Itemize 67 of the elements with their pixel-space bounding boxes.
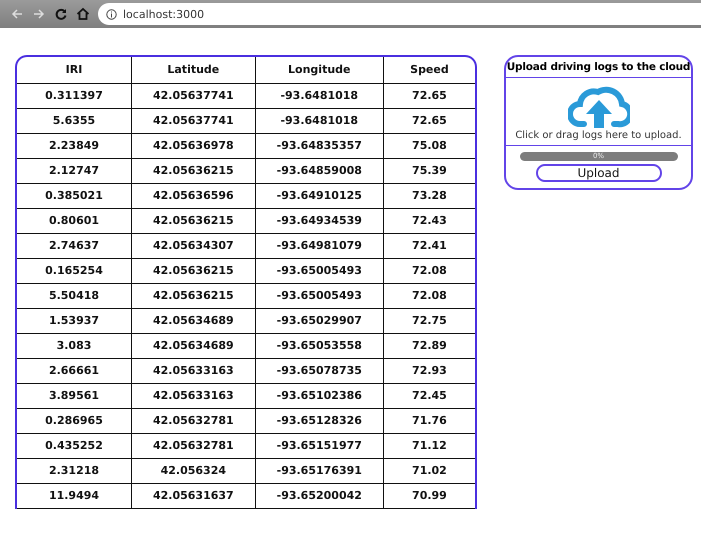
table-cell: 42.05633163 [132,383,256,408]
back-icon[interactable] [10,7,24,21]
column-header: Speed [383,57,475,83]
table-cell: -93.65053558 [255,333,384,358]
table-cell: 11.9494 [17,483,132,508]
upload-button[interactable]: Upload [536,164,662,182]
table-cell: 2.31218 [17,458,132,483]
forward-icon[interactable] [32,7,46,21]
table-cell: 0.80601 [17,208,132,233]
table-cell: -93.65029907 [255,308,384,333]
table-cell: -93.64910125 [255,183,384,208]
table-cell: -93.65102386 [255,383,384,408]
table-cell: 0.385021 [17,183,132,208]
reload-icon[interactable] [54,7,68,21]
table-cell: 2.23849 [17,133,132,158]
table-cell: -93.65128326 [255,408,384,433]
table-cell: 42.05636215 [132,283,256,308]
table-cell: 5.50418 [17,283,132,308]
column-header: IRI [17,57,132,83]
column-header: Longitude [255,57,384,83]
table-cell: 0.165254 [17,258,132,283]
table-cell: 42.056324 [132,458,256,483]
table-cell: 42.05636978 [132,133,256,158]
table-cell: 3.083 [17,333,132,358]
table-cell: 3.89561 [17,383,132,408]
table-cell: 1.53937 [17,308,132,333]
table-cell: 42.05634307 [132,233,256,258]
url-text: localhost:3000 [123,8,204,20]
table-cell: 42.05636215 [132,258,256,283]
address-bar[interactable]: localhost:3000 [98,3,701,25]
table-cell: 42.05631637 [132,483,256,508]
table-cell: -93.64835357 [255,133,384,158]
table-cell: -93.65005493 [255,283,384,308]
table-cell: 42.05633163 [132,358,256,383]
table-cell: 2.12747 [17,158,132,183]
table-cell: 0.311397 [17,83,132,108]
table-cell: -93.65078735 [255,358,384,383]
table-cell: -93.65151977 [255,433,384,458]
table-cell: 42.05637741 [132,83,256,108]
table-cell: 42.05634689 [132,333,256,358]
cloud-upload-icon [568,84,630,128]
table-cell: -93.65200042 [255,483,384,508]
table-cell: -93.65176391 [255,458,384,483]
table-cell: -93.6481018 [255,83,384,108]
panel-title: Upload driving logs to the cloud [506,57,691,78]
table-cell: -93.6481018 [255,108,384,133]
table-cell: 42.05634689 [132,308,256,333]
column-header: Latitude [132,57,256,83]
home-icon[interactable] [76,7,90,21]
table-cell: 42.05636596 [132,183,256,208]
table-cell: 0.435252 [17,433,132,458]
drop-hint: Click or drag logs here to upload. [515,130,682,141]
drop-zone[interactable]: Click or drag logs here to upload. [506,78,691,146]
table-cell: 42.05632781 [132,408,256,433]
table-cell: 42.05637741 [132,108,256,133]
table-cell: 42.05632781 [132,433,256,458]
table-cell: -93.64981079 [255,233,384,258]
table-cell: 2.66661 [17,358,132,383]
info-icon [106,8,117,20]
table-cell: 42.05636215 [132,208,256,233]
table-cell: -93.65005493 [255,258,384,283]
table-cell: 42.05636215 [132,158,256,183]
table-cell: 2.74637 [17,233,132,258]
table-cell: 0.286965 [17,408,132,433]
table-cell: 5.6355 [17,108,132,133]
table-cell: -93.64934539 [255,208,384,233]
table-cell: -93.64859008 [255,158,384,183]
